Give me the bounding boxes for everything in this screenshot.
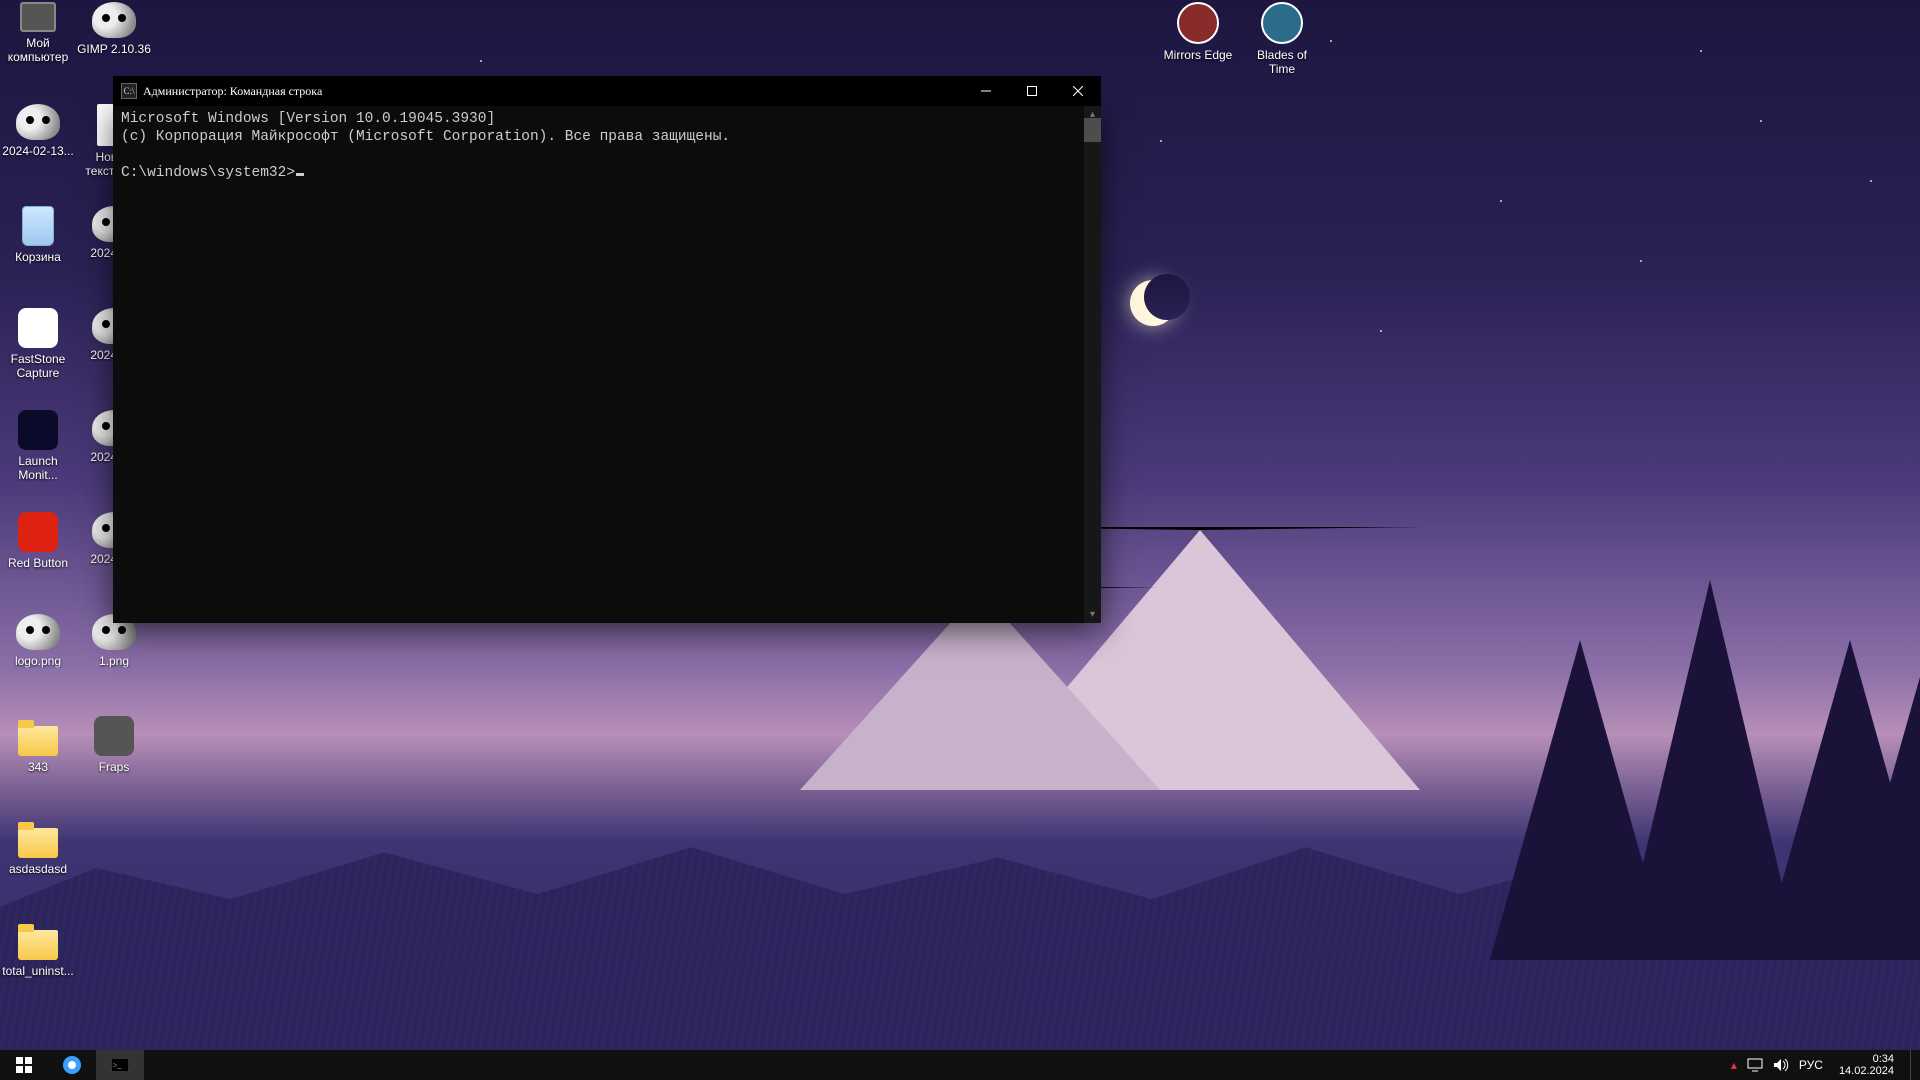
icon-label: Мой компьютер — [0, 36, 76, 64]
cmd-output: Microsoft Windows [Version 10.0.19045.39… — [121, 110, 1083, 619]
square-icon — [94, 716, 134, 756]
square-icon — [18, 512, 58, 552]
icon-label: FastStone Capture — [0, 352, 76, 380]
desktop-icon-recycle-bin[interactable]: Корзина — [0, 206, 76, 264]
tray-date: 14.02.2024 — [1839, 1065, 1894, 1077]
taskbar[interactable]: >_ ▴ РУС 0:34 14.02.2024 — [0, 1050, 1920, 1080]
cmd-titlebar[interactable]: C:\ Администратор: Командная строка — [113, 76, 1101, 106]
start-button[interactable] — [0, 1050, 48, 1080]
tray-clock[interactable]: 0:34 14.02.2024 — [1833, 1051, 1900, 1079]
square-icon — [18, 410, 58, 450]
desktop-icon-logo-png[interactable]: logo.png — [0, 614, 76, 668]
icon-label: 343 — [0, 760, 76, 774]
maximize-button[interactable] — [1009, 76, 1055, 106]
icon-label: total_uninst... — [0, 964, 76, 978]
desktop-icon-faststone-capture[interactable]: FastStone Capture — [0, 308, 76, 380]
minimize-button[interactable] — [963, 76, 1009, 106]
desktop-icon-my-computer[interactable]: Мой компьютер — [0, 2, 76, 64]
desktop-icon-file-2024-02-13[interactable]: 2024-02-13... — [0, 104, 76, 158]
round-icon — [1261, 2, 1303, 44]
icon-label: Mirrors Edge — [1160, 48, 1236, 62]
desktop-icon-fraps[interactable]: Fraps — [76, 716, 152, 774]
cmd-title: Администратор: Командная строка — [143, 84, 963, 99]
scroll-thumb[interactable] — [1084, 118, 1101, 142]
close-button[interactable] — [1055, 76, 1101, 106]
gimp-icon — [16, 104, 60, 140]
bin-icon — [22, 206, 54, 246]
desktop-icon-red-button[interactable]: Red Button — [0, 512, 76, 570]
desktop-icon-launch-monitor[interactable]: Launch Monit... — [0, 410, 76, 482]
icon-label: logo.png — [0, 654, 76, 668]
icon-label: Launch Monit... — [0, 454, 76, 482]
scroll-down-icon[interactable]: ▾ — [1084, 606, 1101, 623]
desktop-icon-blades-of-time[interactable]: Blades of Time — [1244, 2, 1320, 76]
gimp-icon — [92, 2, 136, 38]
desktop-icon-gimp[interactable]: GIMP 2.10.36 — [76, 2, 152, 56]
square-icon — [18, 308, 58, 348]
desktop-icon-folder-asdasdasd[interactable]: asdasdasd — [0, 818, 76, 876]
svg-text:>_: >_ — [113, 1061, 123, 1070]
taskbar-app-cmd[interactable]: >_ — [96, 1050, 144, 1080]
tray-language[interactable]: РУС — [1799, 1058, 1823, 1072]
desktop-icon-folder-total-uninst[interactable]: total_uninst... — [0, 920, 76, 978]
folder-icon — [18, 828, 58, 858]
icon-label: 1.png — [76, 654, 152, 668]
cmd-window[interactable]: C:\ Администратор: Командная строка Micr… — [113, 106, 1101, 623]
icon-label: Fraps — [76, 760, 152, 774]
show-desktop-button[interactable] — [1910, 1050, 1916, 1080]
icon-label: Корзина — [0, 250, 76, 264]
cursor-icon — [296, 173, 304, 176]
taskbar-app-browser[interactable] — [48, 1050, 96, 1080]
icon-label: GIMP 2.10.36 — [76, 42, 152, 56]
icon-label: Red Button — [0, 556, 76, 570]
tray-time: 0:34 — [1839, 1053, 1894, 1065]
pc-icon — [20, 2, 56, 32]
desktop-icon-folder-343[interactable]: 343 — [0, 716, 76, 774]
system-tray[interactable]: ▴ РУС 0:34 14.02.2024 — [1721, 1050, 1920, 1080]
tray-volume-icon[interactable] — [1773, 1058, 1789, 1072]
cmd-scrollbar[interactable]: ▴ ▾ — [1084, 106, 1101, 623]
folder-icon — [18, 930, 58, 960]
icon-label: 2024-02-13... — [0, 144, 76, 158]
tray-monitor-icon[interactable] — [1747, 1058, 1763, 1072]
desktop-icon-mirrors-edge[interactable]: Mirrors Edge — [1160, 2, 1236, 62]
cmd-icon: C:\ — [121, 83, 137, 99]
icon-label: Blades of Time — [1244, 48, 1320, 76]
tray-chevron-icon[interactable]: ▴ — [1731, 1058, 1737, 1072]
round-icon — [1177, 2, 1219, 44]
icon-label: asdasdasd — [0, 862, 76, 876]
gimp-icon — [16, 614, 60, 650]
folder-icon — [18, 726, 58, 756]
